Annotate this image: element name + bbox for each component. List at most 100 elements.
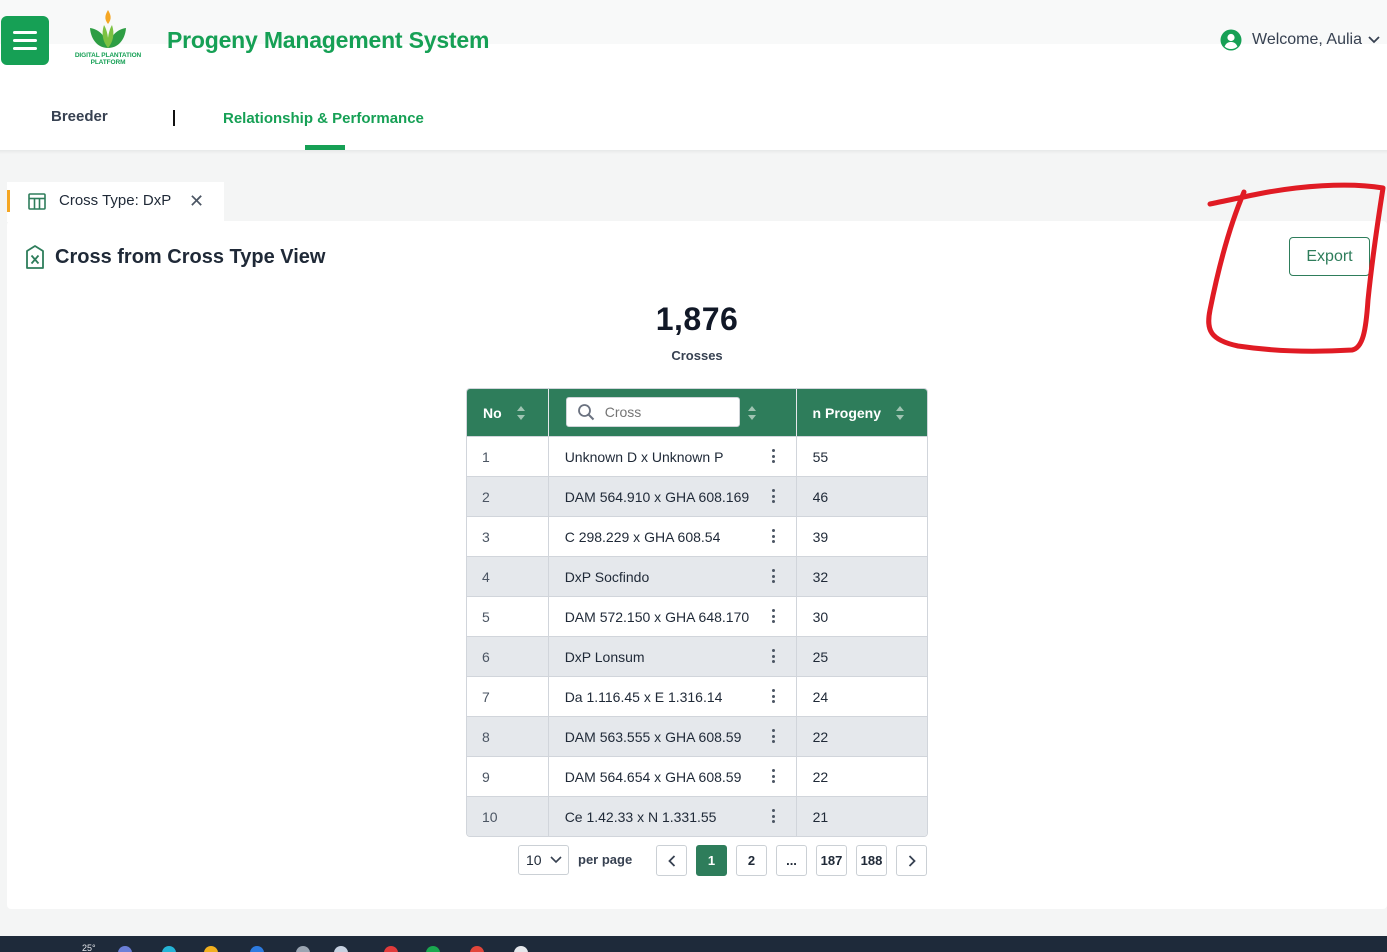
hamburger-menu-button[interactable] bbox=[1, 16, 49, 65]
tab-cross-type[interactable]: Cross Type: DxP ✕ bbox=[7, 182, 224, 222]
cross-name: Unknown D x Unknown P bbox=[564, 448, 724, 465]
close-icon[interactable]: ✕ bbox=[189, 192, 204, 210]
taskbar-app-icon[interactable] bbox=[514, 946, 528, 952]
crosses-table: No n Progeny bbox=[466, 388, 928, 837]
app-title: Progeny Management System bbox=[167, 27, 490, 53]
taskbar-app-icon[interactable] bbox=[250, 946, 264, 952]
taskbar-app-icon[interactable] bbox=[426, 946, 440, 952]
cell-progeny: 46 bbox=[812, 488, 829, 505]
chevron-left-icon bbox=[667, 854, 675, 867]
sort-arrows-icon[interactable] bbox=[895, 405, 905, 421]
page-button-2[interactable]: 2 bbox=[736, 845, 767, 876]
column-header-cross bbox=[549, 389, 797, 436]
logo-text: DIGITAL PLANTATION PLATFORM bbox=[74, 52, 142, 66]
cross-search-input[interactable] bbox=[604, 404, 735, 420]
table-row[interactable]: 7 Da 1.116.45 x E 1.316.14 24 bbox=[467, 676, 927, 716]
cell-no: 7 bbox=[467, 677, 549, 716]
page-ellipsis[interactable]: ... bbox=[776, 845, 807, 876]
table-row[interactable]: 9 DAM 564.654 x GHA 608.59 22 bbox=[467, 756, 927, 796]
cell-cross: Ce 1.42.33 x N 1.331.55 bbox=[549, 797, 797, 836]
panel-title: Cross from Cross Type View bbox=[55, 246, 326, 268]
next-page-button[interactable] bbox=[896, 845, 927, 876]
tab-label: Cross Type: DxP bbox=[59, 192, 172, 209]
cross-name: DAM 563.555 x GHA 608.59 bbox=[564, 728, 742, 745]
table-icon bbox=[28, 193, 46, 210]
nav-item-breeder[interactable]: Breeder bbox=[51, 108, 108, 125]
cell-no: 10 bbox=[467, 797, 549, 836]
column-header-no[interactable]: No bbox=[467, 389, 549, 436]
table-body: 1 Unknown D x Unknown P 55 2 DAM 564.910 x G… bbox=[467, 436, 927, 836]
kebab-icon[interactable] bbox=[771, 489, 776, 503]
page-button-188[interactable]: 188 bbox=[856, 845, 887, 876]
per-page-label: per page bbox=[578, 852, 633, 867]
cell-cross: DAM 564.654 x GHA 608.59 bbox=[549, 757, 797, 796]
taskbar-app-icon[interactable] bbox=[296, 946, 310, 952]
chevron-down-icon bbox=[1368, 36, 1380, 44]
sort-arrows-icon[interactable] bbox=[747, 405, 757, 421]
cross-name: DAM 572.150 x GHA 648.170 bbox=[564, 608, 750, 625]
cell-progeny: 39 bbox=[812, 528, 829, 545]
taskbar-app-icon[interactable] bbox=[334, 946, 348, 952]
page-button-1[interactable]: 1 bbox=[696, 845, 727, 876]
user-menu[interactable]: Welcome, Aulia bbox=[1220, 29, 1380, 51]
kebab-icon[interactable] bbox=[771, 729, 776, 743]
leaf-logo-icon bbox=[90, 10, 126, 48]
kebab-icon[interactable] bbox=[771, 609, 776, 623]
cell-no: 9 bbox=[467, 757, 549, 796]
table-row[interactable]: 2 DAM 564.910 x GHA 608.169 46 bbox=[467, 476, 927, 516]
cell-progeny: 24 bbox=[812, 688, 829, 705]
page-button-187[interactable]: 187 bbox=[816, 845, 847, 876]
table-row[interactable]: 8 DAM 563.555 x GHA 608.59 22 bbox=[467, 716, 927, 756]
cross-name: Ce 1.42.33 x N 1.331.55 bbox=[564, 808, 717, 825]
per-page-select[interactable]: 10 bbox=[518, 845, 569, 875]
taskbar-app-icon[interactable] bbox=[384, 946, 398, 952]
kebab-icon[interactable] bbox=[771, 529, 776, 543]
kebab-icon[interactable] bbox=[771, 449, 776, 463]
table-row[interactable]: 1 Unknown D x Unknown P 55 bbox=[467, 436, 927, 476]
welcome-text: Welcome, Aulia bbox=[1252, 31, 1362, 48]
cell-progeny: 22 bbox=[812, 768, 829, 785]
chevron-down-icon bbox=[550, 856, 562, 864]
os-taskbar: 25° bbox=[0, 936, 1387, 952]
kebab-icon[interactable] bbox=[771, 689, 776, 703]
table-row[interactable]: 3 C 298.229 x GHA 608.54 39 bbox=[467, 516, 927, 556]
table-row[interactable]: 5 DAM 572.150 x GHA 648.170 30 bbox=[467, 596, 927, 636]
cell-progeny: 21 bbox=[812, 808, 829, 825]
nav-item-relationship-performance[interactable]: Relationship & Performance bbox=[223, 110, 424, 127]
taskbar-app-icon[interactable] bbox=[118, 946, 132, 952]
kebab-icon[interactable] bbox=[771, 809, 776, 823]
export-button[interactable]: Export bbox=[1289, 237, 1370, 276]
cell-progeny: 30 bbox=[812, 608, 829, 625]
column-header-progeny[interactable]: n Progeny bbox=[797, 389, 927, 436]
kebab-icon[interactable] bbox=[771, 649, 776, 663]
app-header: DIGITAL PLANTATION PLATFORM Progeny Mana… bbox=[0, 0, 1387, 150]
user-circle-icon bbox=[1220, 29, 1242, 51]
platform-logo[interactable]: DIGITAL PLANTATION PLATFORM bbox=[68, 8, 148, 74]
header-shadow bbox=[0, 150, 1387, 154]
cross-search-box[interactable] bbox=[565, 397, 740, 427]
cross-name: C 298.229 x GHA 608.54 bbox=[564, 528, 721, 545]
taskbar-temperature: 25° bbox=[82, 943, 96, 952]
cell-progeny: 32 bbox=[812, 568, 829, 585]
taskbar-app-icon[interactable] bbox=[162, 946, 176, 952]
crosses-count: 1,876 bbox=[655, 301, 739, 337]
cell-cross: C 298.229 x GHA 608.54 bbox=[549, 517, 797, 556]
cell-cross: DAM 572.150 x GHA 648.170 bbox=[549, 597, 797, 636]
cell-progeny: 22 bbox=[812, 728, 829, 745]
table-row[interactable]: 4 DxP Socfindo 32 bbox=[467, 556, 927, 596]
kebab-icon[interactable] bbox=[771, 569, 776, 583]
nav-divider bbox=[173, 110, 175, 126]
cell-cross: Unknown D x Unknown P bbox=[549, 437, 797, 476]
cell-cross: DxP Socfindo bbox=[549, 557, 797, 596]
cell-progeny: 55 bbox=[812, 448, 829, 465]
taskbar-app-icon[interactable] bbox=[204, 946, 218, 952]
cell-no: 4 bbox=[467, 557, 549, 596]
table-row[interactable]: 6 DxP Lonsum 25 bbox=[467, 636, 927, 676]
sort-arrows-icon[interactable] bbox=[516, 405, 526, 421]
table-row[interactable]: 10 Ce 1.42.33 x N 1.331.55 21 bbox=[467, 796, 927, 836]
prev-page-button[interactable] bbox=[656, 845, 687, 876]
cell-no: 6 bbox=[467, 637, 549, 676]
taskbar-app-icon[interactable] bbox=[470, 946, 484, 952]
kebab-icon[interactable] bbox=[771, 769, 776, 783]
cell-no: 8 bbox=[467, 717, 549, 756]
